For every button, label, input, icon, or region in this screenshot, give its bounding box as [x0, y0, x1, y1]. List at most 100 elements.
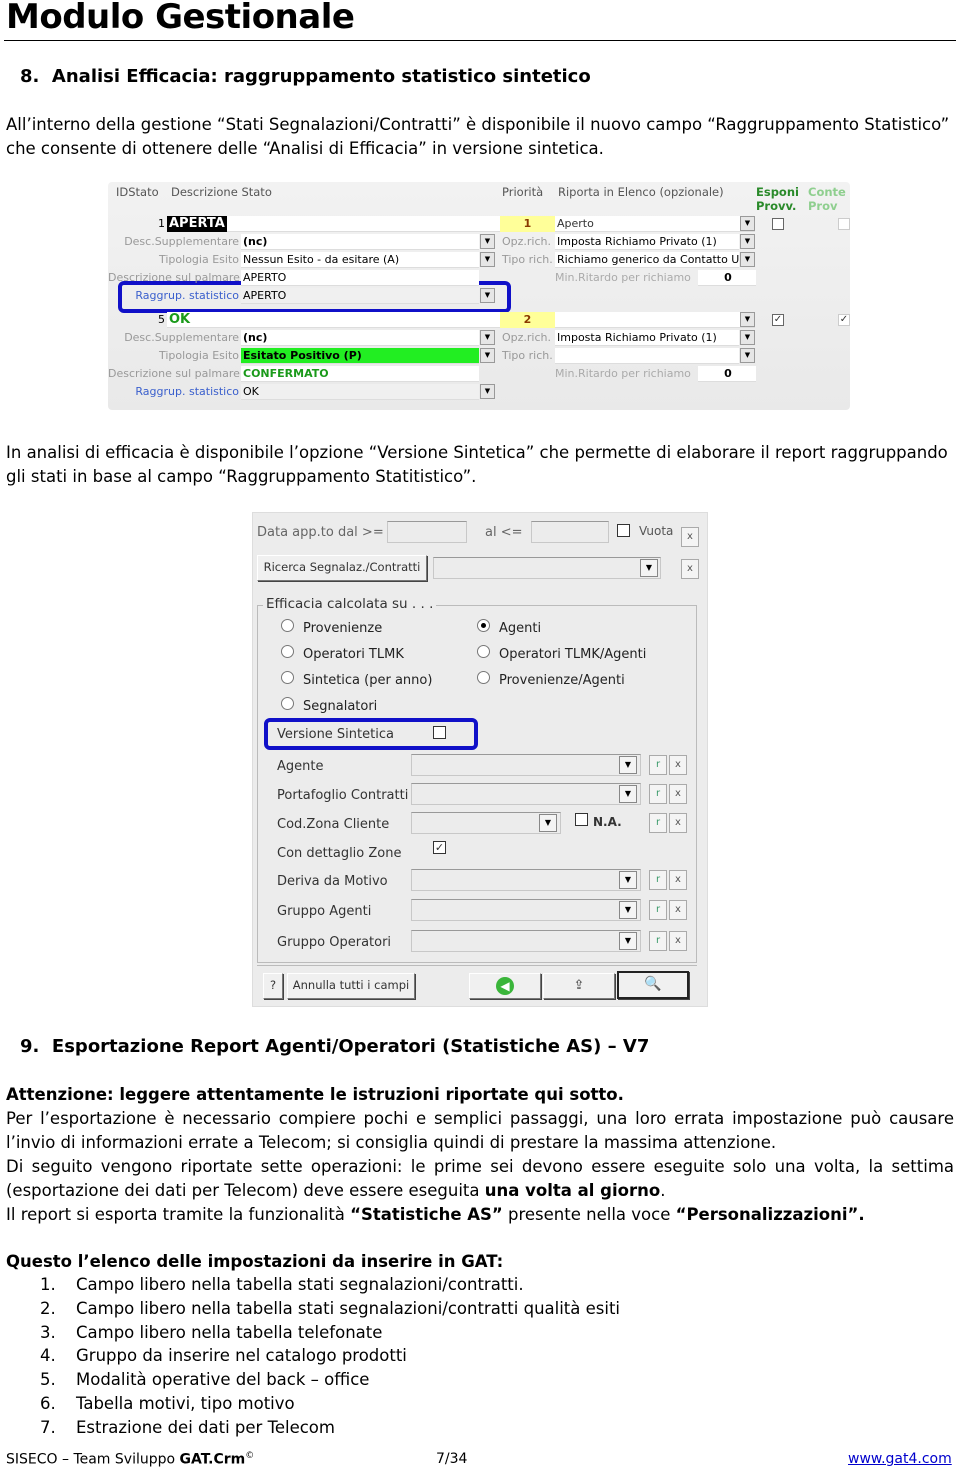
- chevron-down-icon[interactable]: ▼: [619, 756, 637, 774]
- esponi-checkbox[interactable]: ✓: [772, 314, 784, 326]
- record-id: 5: [158, 313, 165, 326]
- motivo-select[interactable]: [411, 869, 641, 891]
- reset-portafoglio-button[interactable]: r: [649, 784, 667, 804]
- radio-button[interactable]: [477, 671, 490, 684]
- chevron-down-icon[interactable]: ▼: [480, 384, 495, 399]
- search-select[interactable]: [433, 557, 661, 579]
- dettaglio-zone-checkbox[interactable]: ✓: [433, 841, 446, 854]
- chevron-down-icon[interactable]: ▼: [740, 216, 755, 231]
- tipo-field[interactable]: [555, 348, 739, 364]
- export-button[interactable]: ⇪: [543, 973, 615, 999]
- gruppo_operatori-label: Gruppo Operatori: [277, 935, 392, 950]
- reset-motivo-button[interactable]: r: [649, 870, 667, 890]
- portafoglio-select[interactable]: [411, 783, 641, 805]
- radio-label: Segnalatori: [303, 699, 378, 714]
- radio-button[interactable]: [281, 645, 294, 658]
- min-ritardo-field[interactable]: 0: [698, 366, 756, 382]
- reset-fields-button[interactable]: Annulla tutti i campi: [287, 973, 415, 999]
- tipologia-field[interactable]: Nessun Esito - da esitare (A): [241, 252, 479, 268]
- min-ritardo-label: Min.Ritardo per richiamo: [555, 271, 691, 284]
- versione-sintetica-checkbox[interactable]: [433, 726, 446, 739]
- chevron-down-icon[interactable]: ▼: [740, 234, 755, 249]
- page-number: 7/34: [436, 1451, 468, 1467]
- clear-gruppo_operatori-button[interactable]: x: [669, 931, 687, 951]
- chevron-down-icon[interactable]: ▼: [740, 312, 755, 327]
- chevron-down-icon[interactable]: ▼: [619, 785, 637, 803]
- radio-button[interactable]: [281, 671, 294, 684]
- preview-button[interactable]: 🔍: [617, 971, 689, 999]
- reset-gruppo_operatori-button[interactable]: r: [649, 931, 667, 951]
- gruppo_agenti-select[interactable]: [411, 899, 641, 921]
- tipo-field[interactable]: Richiamo generico da Contatto U: [555, 252, 739, 268]
- reset-gruppo_agenti-button[interactable]: r: [649, 900, 667, 920]
- chevron-down-icon[interactable]: ▼: [740, 348, 755, 363]
- toolbar-divider: [257, 965, 697, 966]
- palmare-field[interactable]: APERTO: [241, 270, 479, 286]
- clear-zona-button[interactable]: x: [669, 813, 687, 833]
- section-number: 8.: [20, 66, 40, 87]
- chevron-down-icon[interactable]: ▼: [480, 234, 495, 249]
- chevron-down-icon[interactable]: ▼: [619, 901, 637, 919]
- ricerca-segnalaz-button[interactable]: Ricerca Segnalaz./Contratti: [257, 555, 427, 581]
- record-name-row[interactable]: [167, 312, 500, 328]
- text: Di seguito vengono riportate sette opera…: [6, 1157, 954, 1200]
- vuota-checkbox[interactable]: [617, 524, 630, 537]
- chevron-down-icon[interactable]: ▼: [480, 330, 495, 345]
- website-link[interactable]: www.gat4.com: [848, 1451, 952, 1467]
- opz-label: Opz.rich.: [502, 235, 552, 248]
- chevron-down-icon[interactable]: ▼: [480, 348, 495, 363]
- opz-field[interactable]: Imposta Richiamo Privato (1): [555, 330, 739, 346]
- raggrup-field[interactable]: APERTO: [241, 288, 479, 304]
- palmare-field[interactable]: CONFERMATO: [241, 366, 479, 382]
- min-ritardo-field[interactable]: 0: [698, 270, 756, 286]
- stati-screenshot: IDStato Descrizione Stato Priorità Ripor…: [108, 182, 850, 410]
- clear-portafoglio-button[interactable]: x: [669, 784, 687, 804]
- text: .: [660, 1181, 666, 1200]
- clear-motivo-button[interactable]: x: [669, 870, 687, 890]
- field-label: Tipologia Esito: [159, 349, 239, 362]
- desc_supp-field[interactable]: (nc): [241, 234, 479, 250]
- emphasis: “Statistiche AS”: [350, 1205, 503, 1224]
- clear-search-button[interactable]: x: [681, 559, 699, 579]
- reset-zona-button[interactable]: r: [649, 813, 667, 833]
- na-checkbox[interactable]: [575, 813, 588, 826]
- agente-select[interactable]: [411, 754, 641, 776]
- conte-checkbox[interactable]: ✓: [838, 314, 850, 326]
- clear-agente-button[interactable]: x: [669, 755, 687, 775]
- tipologia-field[interactable]: Esitato Positivo (P): [241, 348, 479, 364]
- chevron-down-icon[interactable]: ▼: [640, 559, 658, 577]
- clear-date-button[interactable]: x: [681, 527, 699, 547]
- radio-button[interactable]: [281, 697, 294, 710]
- radio-button[interactable]: [281, 619, 294, 632]
- raggrup-field[interactable]: OK: [241, 384, 479, 400]
- date-to-input[interactable]: [531, 521, 609, 543]
- gruppo_operatori-select[interactable]: [411, 930, 641, 952]
- clear-gruppo_agenti-button[interactable]: x: [669, 900, 687, 920]
- chevron-down-icon[interactable]: ▼: [619, 932, 637, 950]
- radio-label: Provenienze: [303, 621, 383, 636]
- riporta-select[interactable]: Aperto: [555, 216, 755, 232]
- riporta-select[interactable]: [555, 312, 755, 328]
- esponi-checkbox[interactable]: [772, 218, 784, 230]
- col-conte: Conte Prov: [808, 185, 846, 213]
- radio-button[interactable]: [477, 619, 490, 632]
- help-button[interactable]: ?: [263, 973, 283, 999]
- radio-button[interactable]: [477, 645, 490, 658]
- tipo-label: Tipo rich.: [502, 253, 553, 266]
- opz-field[interactable]: Imposta Richiamo Privato (1): [555, 234, 739, 250]
- back-button[interactable]: ◀: [469, 973, 541, 999]
- chevron-down-icon[interactable]: ▼: [619, 871, 637, 889]
- opz-label: Opz.rich.: [502, 331, 552, 344]
- conte-checkbox[interactable]: [838, 218, 850, 230]
- chevron-down-icon[interactable]: ▼: [480, 288, 495, 303]
- date-from-input[interactable]: [387, 521, 467, 543]
- chevron-down-icon[interactable]: ▼: [740, 330, 755, 345]
- chevron-down-icon[interactable]: ▼: [740, 252, 755, 267]
- desc_supp-field[interactable]: (nc): [241, 330, 479, 346]
- reset-agente-button[interactable]: r: [649, 755, 667, 775]
- chevron-down-icon[interactable]: ▼: [480, 252, 495, 267]
- header-divider: [4, 40, 956, 41]
- chevron-down-icon[interactable]: ▼: [539, 814, 557, 832]
- gruppo_agenti-label: Gruppo Agenti: [277, 904, 372, 919]
- col-riporta: Riporta in Elenco (opzionale): [558, 185, 724, 199]
